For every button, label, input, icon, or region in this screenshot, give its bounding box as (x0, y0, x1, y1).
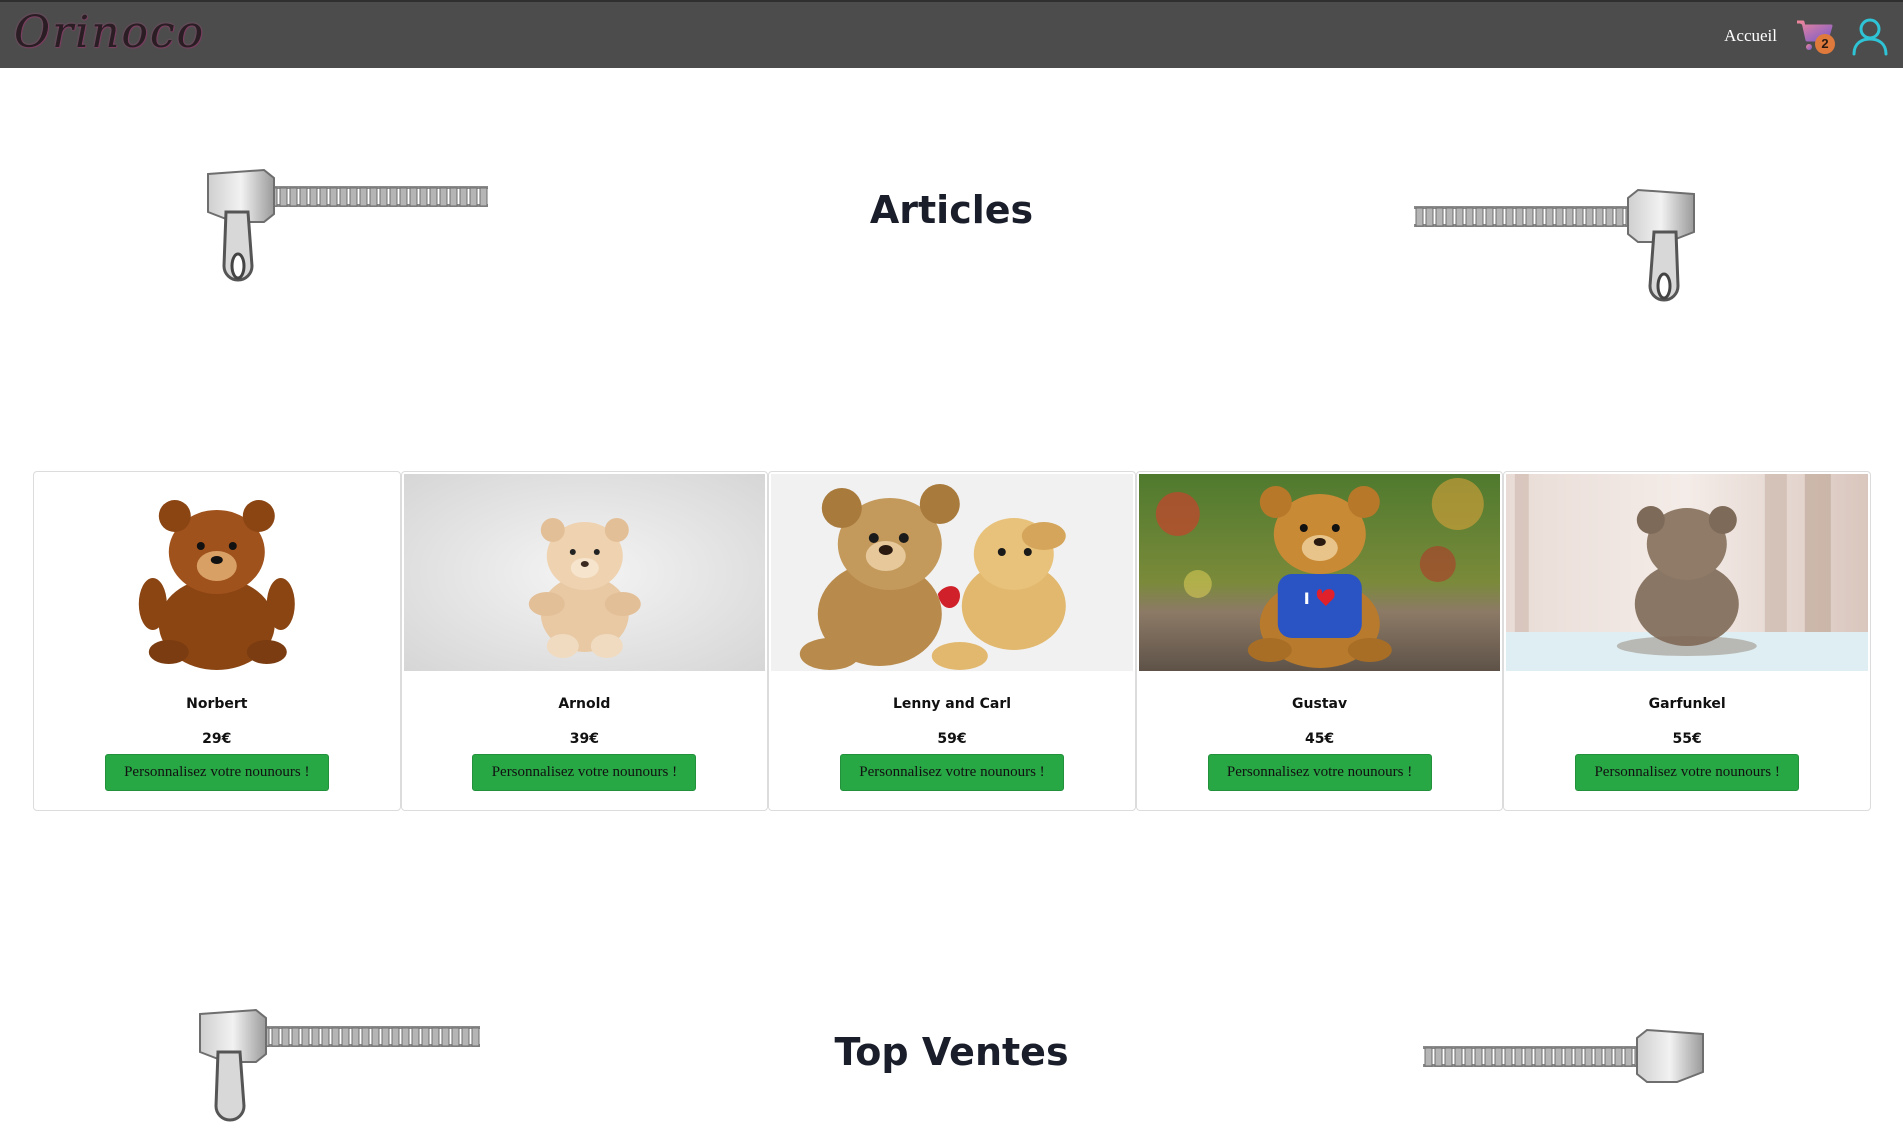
product-image[interactable]: I (1138, 474, 1501, 671)
zipper-icon (1423, 1028, 1704, 1083)
product-image[interactable] (771, 474, 1133, 671)
product-card[interactable]: Arnold 39€ Personnalisez votre nounours … (400, 471, 769, 811)
customize-button[interactable]: Personnalisez votre nounours ! (104, 754, 329, 791)
nav-right: Accueil 2 (1724, 14, 1889, 58)
user-icon[interactable] (1851, 16, 1889, 56)
product-price: 39€ (569, 731, 599, 747)
product-name: Gustav (1292, 696, 1348, 712)
product-grid: Norbert 29€ Personnalisez votre nounours… (33, 471, 1871, 811)
product-image[interactable] (403, 474, 766, 671)
product-name: Arnold (558, 696, 611, 712)
nav-link-home[interactable]: Accueil (1724, 26, 1777, 46)
product-name: Lenny and Carl (892, 696, 1012, 712)
product-price: 59€ (937, 731, 967, 747)
navbar: Orinoco Accueil 2 (0, 0, 1903, 68)
cart-button[interactable]: 2 (1795, 16, 1835, 56)
product-card[interactable]: Norbert 29€ Personnalisez votre nounours… (33, 471, 401, 811)
cart-count-badge: 2 (1815, 34, 1835, 54)
product-image[interactable] (36, 474, 398, 671)
brand-logo[interactable]: Orinoco (14, 7, 205, 58)
product-card[interactable]: Lenny and Carl 59€ Personnalisez votre n… (768, 471, 1136, 811)
customize-button[interactable]: Personnalisez votre nounours ! (1207, 754, 1432, 791)
zipper-icon (1414, 188, 1695, 302)
svg-text:I: I (1304, 589, 1310, 608)
product-card[interactable]: Garfunkel 55€ Personnalisez votre nounou… (1503, 471, 1871, 811)
product-name: Norbert (186, 696, 248, 712)
product-card[interactable]: I Gustav 45€ Personnalisez votre nounour… (1135, 471, 1504, 811)
product-name: Garfunkel (1648, 696, 1726, 712)
product-image[interactable] (1506, 474, 1868, 671)
customize-button[interactable]: Personnalisez votre nounours ! (472, 754, 697, 791)
customize-button[interactable]: Personnalisez votre nounours ! (839, 754, 1064, 791)
product-price: 55€ (1672, 731, 1702, 747)
product-price: 45€ (1304, 731, 1335, 747)
customize-button[interactable]: Personnalisez votre nounours ! (1575, 754, 1800, 791)
product-price: 29€ (202, 731, 232, 747)
